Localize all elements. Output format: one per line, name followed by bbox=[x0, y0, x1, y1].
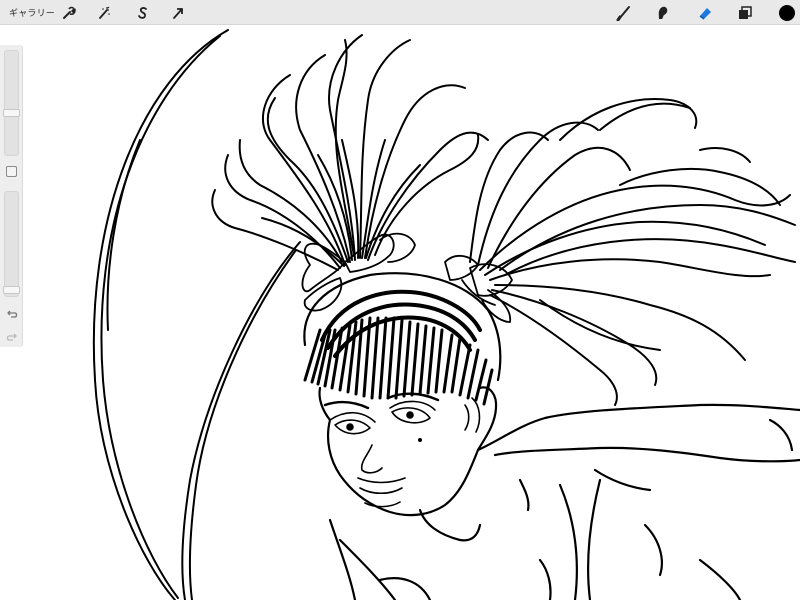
undo-icon bbox=[6, 310, 17, 318]
selection-button[interactable] bbox=[133, 3, 153, 22]
smudge-button[interactable] bbox=[652, 3, 674, 22]
wrench-icon bbox=[63, 6, 76, 19]
arrow-cursor-icon bbox=[173, 7, 183, 19]
actions-button[interactable] bbox=[59, 3, 79, 22]
bangs bbox=[303, 289, 494, 406]
top-toolbar: ギャラリー bbox=[0, 0, 800, 25]
undo-button[interactable] bbox=[3, 307, 20, 321]
left-twin-tail bbox=[211, 34, 489, 271]
left-sidebar bbox=[0, 45, 23, 347]
opacity-thumb[interactable] bbox=[3, 286, 20, 294]
crescent-outline bbox=[92, 29, 301, 600]
color-button[interactable] bbox=[776, 3, 798, 22]
layers-icon bbox=[739, 5, 752, 19]
modify-button[interactable] bbox=[6, 166, 17, 177]
face-features bbox=[323, 392, 481, 508]
magic-wand-icon bbox=[99, 6, 110, 19]
adjustments-button[interactable] bbox=[94, 3, 114, 22]
color-swatch-icon bbox=[779, 4, 795, 21]
brush-icon bbox=[616, 5, 630, 21]
brush-size-slider[interactable] bbox=[4, 50, 19, 156]
procreate-app: ギャラリー bbox=[0, 0, 800, 600]
drawing-canvas[interactable] bbox=[0, 0, 800, 600]
selection-s-icon bbox=[138, 6, 147, 19]
right-twin-tail bbox=[469, 98, 796, 406]
brush-button[interactable] bbox=[613, 3, 635, 22]
transform-button[interactable] bbox=[168, 3, 188, 22]
smudge-icon bbox=[658, 6, 668, 19]
redo-icon bbox=[6, 333, 17, 341]
opacity-slider[interactable] bbox=[4, 191, 19, 297]
redo-button[interactable] bbox=[3, 330, 20, 344]
layers-button[interactable] bbox=[734, 3, 756, 22]
brush-size-thumb[interactable] bbox=[3, 109, 20, 117]
gallery-button[interactable]: ギャラリー bbox=[9, 6, 55, 19]
eraser-button[interactable] bbox=[694, 3, 716, 22]
eraser-icon bbox=[699, 7, 711, 20]
